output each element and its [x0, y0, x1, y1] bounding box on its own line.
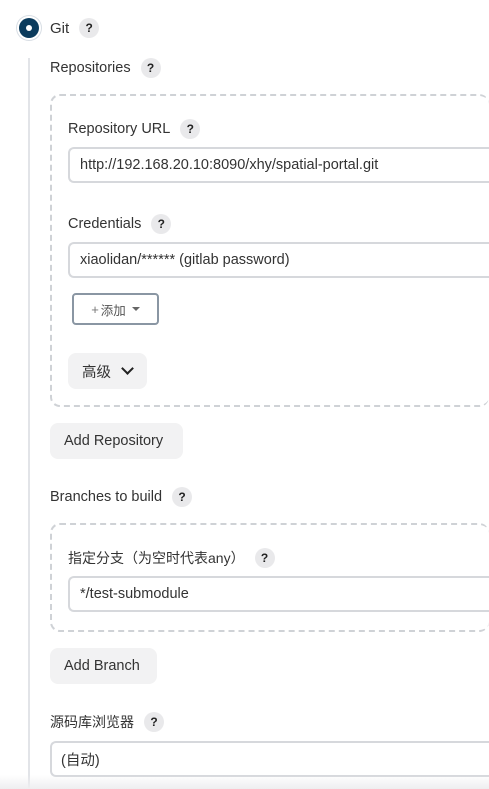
git-help-icon[interactable]: ?	[79, 18, 100, 38]
branches-help-icon[interactable]: ?	[172, 487, 193, 507]
repository-browser-label-row: 源码库浏览器 ?	[50, 711, 164, 733]
branch-specifier-label-row: 指定分支（为空时代表any） ?	[68, 547, 275, 569]
section-guide-line	[28, 58, 30, 789]
repository-url-help-icon[interactable]: ?	[180, 119, 201, 139]
branch-specifier-input[interactable]: */test-submodule	[68, 576, 489, 612]
repositories-label: Repositories	[50, 60, 131, 76]
repository-browser-help-icon[interactable]: ?	[144, 712, 164, 732]
caret-down-icon	[131, 307, 140, 311]
add-repository-label: Add Repository	[64, 433, 164, 449]
repository-url-label-row: Repository URL ?	[68, 118, 201, 140]
git-radio-button[interactable]	[19, 18, 39, 38]
repository-url-label: Repository URL	[68, 121, 171, 137]
credentials-help-icon[interactable]: ?	[151, 214, 172, 234]
advanced-button[interactable]: 高级	[68, 353, 147, 389]
repositories-label-row: Repositories ?	[50, 57, 161, 79]
branches-label: Branches to build	[50, 489, 163, 505]
credentials-label-row: Credentials ?	[68, 213, 172, 235]
git-scm-option[interactable]: Git ?	[19, 17, 100, 39]
add-branch-button[interactable]: Add Branch	[50, 648, 157, 684]
radio-selected-dot	[26, 25, 32, 31]
chevron-down-icon	[121, 362, 134, 375]
repository-browser-select[interactable]: (自动)	[50, 741, 489, 777]
branch-specifier-help-icon[interactable]: ?	[254, 548, 275, 568]
credentials-label: Credentials	[68, 216, 142, 232]
credentials-select[interactable]: xiaolidan/****** (gitlab password)	[68, 242, 489, 278]
repository-browser-label: 源码库浏览器	[50, 714, 134, 730]
repository-url-input[interactable]: http://192.168.20.10:8090/xhy/spatial-po…	[68, 147, 489, 183]
bottom-scroll-fade	[0, 775, 489, 789]
git-option-label: Git	[50, 19, 70, 37]
add-branch-label: Add Branch	[64, 658, 140, 674]
add-credential-label: 添加	[100, 303, 126, 318]
branch-specifier-label: 指定分支（为空时代表any）	[68, 550, 245, 566]
branches-label-row: Branches to build ?	[50, 486, 193, 508]
add-repository-button[interactable]: Add Repository	[50, 423, 183, 459]
plus-icon: +	[91, 301, 99, 317]
advanced-label: 高级	[82, 364, 111, 381]
add-credential-button[interactable]: + 添加	[72, 293, 159, 325]
repositories-help-icon[interactable]: ?	[140, 58, 161, 78]
